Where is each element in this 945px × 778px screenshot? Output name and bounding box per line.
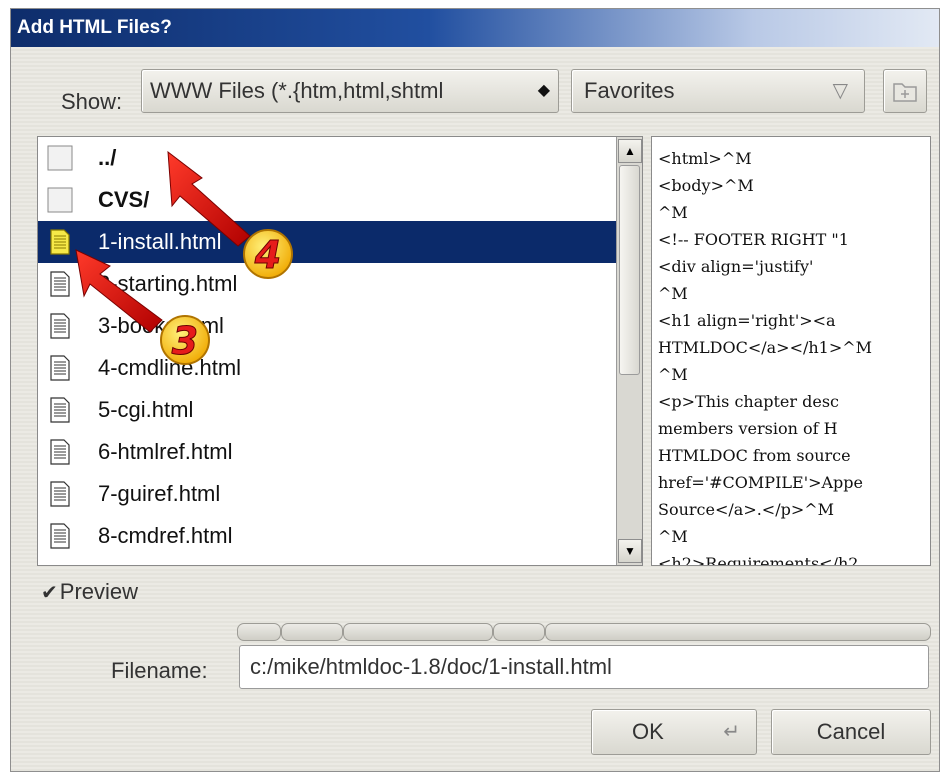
preview-line: <h1 align='right'><a <box>658 311 836 330</box>
file-row[interactable]: 3-books.html <box>38 305 616 347</box>
checkmark-icon: ✔ <box>41 582 58 604</box>
file-row[interactable]: 1-install.html <box>38 221 616 263</box>
document-icon <box>46 437 76 467</box>
scroll-up-button[interactable]: ▲ <box>618 139 642 163</box>
file-filter-value: WWW Files (*.{htm,html,shtml <box>150 78 444 103</box>
file-row[interactable]: 4-cmdline.html <box>38 347 616 389</box>
filename-label: Filename: <box>111 658 208 683</box>
file-name: 8-cmdref.html <box>98 523 233 548</box>
preview-line: <!-- FOOTER RIGHT "1 <box>658 230 849 249</box>
progress-segment <box>493 623 545 641</box>
vertical-scrollbar[interactable]: ▲ ▼ <box>616 137 642 565</box>
preview-line: <div align='justify' <box>658 257 814 276</box>
document-icon <box>46 227 76 257</box>
new-folder-icon <box>893 83 917 102</box>
preview-line: ^M <box>658 284 688 303</box>
preview-line: ^M <box>658 203 688 222</box>
folder-row[interactable]: ../ <box>38 137 616 179</box>
enter-key-icon: ↵ <box>723 721 740 743</box>
document-icon <box>46 311 76 341</box>
progress-bar <box>237 623 931 641</box>
preview-line: ^M <box>658 527 688 546</box>
file-name: 5-cgi.html <box>98 397 194 422</box>
progress-segment <box>281 623 343 641</box>
file-name: 3-books.html <box>98 313 224 338</box>
scroll-down-button[interactable]: ▼ <box>618 539 642 563</box>
file-name: ../ <box>98 145 117 170</box>
filename-input[interactable]: c:/mike/htmldoc-1.8/doc/1-install.html <box>239 645 929 689</box>
ok-button-label: OK <box>632 719 664 744</box>
ok-button[interactable]: OK ↵ <box>591 709 757 755</box>
file-preview-pane: <html>^M <body>^M ^M <!-- FOOTER RIGHT "1 <d… <box>651 136 931 566</box>
file-row[interactable]: 7-guiref.html <box>38 473 616 515</box>
document-icon <box>46 479 76 509</box>
progress-segment <box>237 623 281 641</box>
file-row[interactable]: 6-htmlref.html <box>38 431 616 473</box>
folder-icon <box>46 185 76 215</box>
file-row[interactable]: 2-starting.html <box>38 263 616 305</box>
cancel-button-label: Cancel <box>816 719 886 744</box>
file-name: 2-starting.html <box>98 271 238 296</box>
scroll-thumb[interactable] <box>619 165 640 375</box>
file-name: 4-cmdline.html <box>98 355 242 380</box>
add-html-files-dialog: Add HTML Files? Show: WWW Files (*.{htm,… <box>10 8 940 772</box>
preview-line: Source</a>.</p>^M <box>658 500 835 519</box>
new-folder-button[interactable] <box>883 69 927 113</box>
file-name: CVS/ <box>98 187 150 212</box>
preview-line: HTMLDOC</a></h1>^M <box>658 338 873 357</box>
document-icon <box>46 395 76 425</box>
preview-checkbox-label: Preview <box>59 579 139 604</box>
dropdown-triangle-icon: ▽ <box>832 80 848 102</box>
file-name: 1-install.html <box>98 229 222 254</box>
dialog-title: Add HTML Files? <box>17 17 172 38</box>
preview-line: href='#COMPILE'>Appe <box>658 473 863 492</box>
progress-segment <box>545 623 931 641</box>
favorites-button[interactable]: Favorites ▽ <box>571 69 865 113</box>
dialog-title-bar: Add HTML Files? <box>11 9 939 47</box>
folder-row[interactable]: CVS/ <box>38 179 616 221</box>
preview-line: <p>This chapter desc <box>658 392 840 411</box>
document-icon <box>46 269 76 299</box>
file-row[interactable]: 8-cmdref.html <box>38 515 616 557</box>
show-label: Show: <box>61 89 123 114</box>
preview-line: members version of H <box>658 419 838 438</box>
cancel-button[interactable]: Cancel <box>771 709 931 755</box>
preview-line: HTMLDOC from source <box>658 446 851 465</box>
file-filter-select[interactable]: WWW Files (*.{htm,html,shtml ◆ <box>141 69 559 113</box>
favorites-label: Favorites <box>584 78 675 103</box>
preview-line: <h2>Requirements</h2 <box>658 554 859 566</box>
preview-line: <html>^M <box>658 149 752 168</box>
document-icon <box>46 521 76 551</box>
file-list[interactable]: ../ CVS/1-install.html 2-starting.html 3-bo… <box>37 136 643 566</box>
select-arrows-icon: ◆ <box>537 82 550 99</box>
document-icon <box>46 353 76 383</box>
folder-icon <box>46 143 76 173</box>
preview-line: <body>^M <box>658 176 754 195</box>
file-row[interactable]: 5-cgi.html <box>38 389 616 431</box>
file-name: 7-guiref.html <box>98 481 221 506</box>
progress-segment <box>343 623 493 641</box>
file-name: 6-htmlref.html <box>98 439 233 464</box>
preview-checkbox[interactable]: ✔Preview <box>41 579 138 605</box>
preview-line: ^M <box>658 365 688 384</box>
